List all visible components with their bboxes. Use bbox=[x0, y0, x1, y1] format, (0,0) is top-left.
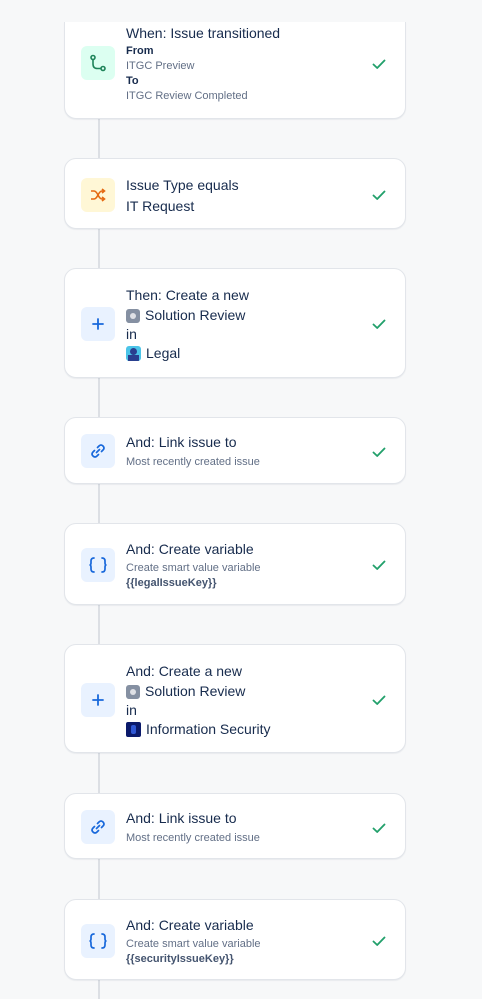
action-subtitle: Most recently created issue bbox=[126, 456, 260, 468]
from-label: From bbox=[126, 45, 154, 57]
check-icon bbox=[372, 59, 386, 69]
create-variable-card[interactable]: And: Create variable Create smart value … bbox=[64, 899, 406, 980]
action-subtitle: Create smart value variable bbox=[126, 562, 261, 574]
check-icon bbox=[372, 936, 386, 946]
issue-type-name: Solution Review bbox=[145, 307, 246, 323]
create-issue-card[interactable]: Then: Create a new Solution Review in Le… bbox=[64, 268, 406, 378]
action-title: And: Link issue to bbox=[126, 810, 237, 826]
link-icon bbox=[91, 444, 105, 458]
create-variable-card[interactable]: And: Create variable Create smart value … bbox=[64, 523, 406, 605]
action-icon-box bbox=[81, 683, 115, 717]
flow-connector bbox=[98, 979, 100, 999]
issue-type-icon bbox=[126, 308, 140, 323]
action-title: And: Create variable bbox=[126, 917, 254, 933]
variable-name: {{legalIssueKey}} bbox=[126, 577, 217, 589]
action-title: And: Create variable bbox=[126, 541, 254, 557]
flow-connector bbox=[98, 752, 100, 793]
project-avatar-icon bbox=[126, 346, 141, 361]
action-icon-box bbox=[81, 810, 115, 844]
trigger-title: When: Issue transitioned bbox=[126, 25, 281, 41]
action-subtitle: Create smart value variable bbox=[126, 938, 261, 950]
action-icon-box bbox=[81, 434, 115, 468]
project-name: Legal bbox=[146, 345, 181, 361]
action-icon-box bbox=[81, 548, 115, 582]
action-icon-box bbox=[81, 924, 115, 958]
action-title: Then: Create a new bbox=[126, 287, 249, 303]
to-value: ITGC Review Completed bbox=[126, 90, 248, 102]
plus-icon bbox=[92, 318, 104, 330]
in-label: in bbox=[126, 326, 137, 342]
link-icon bbox=[91, 820, 105, 834]
condition-line-2: IT Request bbox=[126, 198, 195, 214]
action-icon-box bbox=[81, 307, 115, 341]
issue-type-name: Solution Review bbox=[145, 683, 246, 699]
rule-trigger-card[interactable]: When: Issue transitioned From ITGC Previ… bbox=[64, 22, 406, 119]
to-label: To bbox=[126, 75, 139, 87]
flow-connector bbox=[98, 483, 100, 523]
check-icon bbox=[372, 447, 386, 457]
in-label: in bbox=[126, 702, 137, 718]
braces-icon bbox=[89, 557, 107, 573]
flow-connector bbox=[98, 228, 100, 268]
flow-connector bbox=[98, 118, 100, 158]
create-issue-card[interactable]: And: Create a new Solution Review in Inf… bbox=[64, 644, 406, 753]
link-issue-card[interactable]: And: Link issue to Most recently created… bbox=[64, 793, 406, 859]
plus-icon bbox=[92, 694, 104, 706]
check-icon bbox=[372, 190, 386, 200]
check-icon bbox=[372, 695, 386, 705]
link-issue-card[interactable]: And: Link issue to Most recently created… bbox=[64, 417, 406, 484]
check-icon bbox=[372, 823, 386, 833]
shuffle-icon bbox=[91, 188, 106, 202]
condition-line-1: Issue Type equals bbox=[126, 177, 239, 193]
project-avatar-icon bbox=[126, 722, 141, 737]
from-value: ITGC Preview bbox=[126, 60, 195, 72]
check-icon bbox=[372, 319, 386, 329]
project-name: Information Security bbox=[146, 721, 271, 737]
variable-name: {{securityIssueKey}} bbox=[126, 953, 234, 965]
braces-icon bbox=[89, 933, 107, 949]
trigger-icon-box bbox=[81, 46, 115, 80]
branch-icon bbox=[90, 54, 106, 72]
flow-connector bbox=[98, 604, 100, 645]
condition-card[interactable]: Issue Type equals IT Request bbox=[64, 158, 406, 229]
issue-type-icon bbox=[126, 684, 140, 699]
action-title: And: Link issue to bbox=[126, 434, 237, 450]
action-title: And: Create a new bbox=[126, 663, 242, 679]
check-icon bbox=[372, 560, 386, 570]
flow-connector bbox=[98, 858, 100, 899]
action-subtitle: Most recently created issue bbox=[126, 832, 260, 844]
condition-icon-box bbox=[81, 178, 115, 212]
flow-connector bbox=[98, 377, 100, 417]
